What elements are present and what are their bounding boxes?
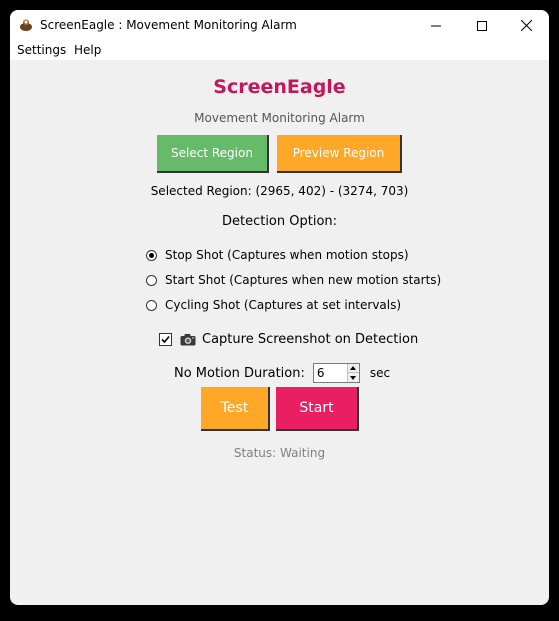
arrow-down-icon bbox=[350, 375, 357, 380]
radio-label: Stop Shot (Captures when motion stops) bbox=[165, 248, 409, 262]
window-title: ScreenEagle : Movement Monitoring Alarm bbox=[40, 18, 297, 32]
menu-bar: Settings Help bbox=[10, 41, 549, 60]
radio-start-shot[interactable]: Start Shot (Captures when new motion sta… bbox=[146, 271, 441, 289]
minimize-button[interactable] bbox=[413, 10, 459, 41]
capture-label: Capture Screenshot on Detection bbox=[202, 331, 419, 347]
detection-option-label: Detection Option: bbox=[221, 214, 338, 229]
capture-checkbox[interactable] bbox=[159, 332, 172, 346]
radio-button[interactable] bbox=[146, 274, 157, 286]
radio-stop-shot[interactable]: Stop Shot (Captures when motion stops) bbox=[146, 246, 409, 264]
radio-button[interactable] bbox=[146, 299, 157, 311]
duration-unit: sec bbox=[369, 366, 391, 380]
maximize-icon bbox=[477, 20, 487, 31]
checkmark-icon bbox=[161, 335, 170, 343]
maximize-button[interactable] bbox=[459, 10, 505, 41]
capture-screenshot-option[interactable]: Capture Screenshot on Detection bbox=[159, 330, 418, 348]
status-text: Status: Waiting bbox=[233, 446, 326, 460]
select-region-button[interactable]: Select Region bbox=[157, 135, 269, 173]
radio-label: Cycling Shot (Captures at set intervals) bbox=[165, 298, 402, 312]
radio-button-selected[interactable] bbox=[146, 249, 157, 261]
test-button[interactable]: Test bbox=[201, 387, 270, 431]
close-icon bbox=[520, 20, 532, 31]
menu-settings[interactable]: Settings bbox=[17, 43, 66, 57]
spin-up-button[interactable] bbox=[347, 364, 359, 373]
duration-label: No Motion Duration: bbox=[174, 365, 305, 381]
start-button[interactable]: Start bbox=[276, 387, 359, 431]
menu-help[interactable]: Help bbox=[74, 43, 101, 57]
duration-value[interactable]: 6 bbox=[317, 366, 325, 380]
app-window: ScreenEagle : Movement Monitoring Alarm … bbox=[10, 10, 549, 605]
main-content: ScreenEagle Movement Monitoring Alarm Se… bbox=[10, 60, 549, 605]
app-title: ScreenEagle bbox=[213, 76, 346, 98]
camera-icon bbox=[180, 333, 196, 345]
spinbox-arrows bbox=[346, 364, 359, 382]
no-motion-duration-row: No Motion Duration: 6 sec bbox=[174, 362, 390, 384]
close-button[interactable] bbox=[503, 10, 549, 41]
title-bar[interactable]: ScreenEagle : Movement Monitoring Alarm bbox=[10, 10, 549, 41]
spin-down-button[interactable] bbox=[348, 373, 359, 382]
radio-label: Start Shot (Captures when new motion sta… bbox=[165, 273, 442, 287]
selected-region-text: Selected Region: (2965, 402) - (3274, 70… bbox=[150, 184, 409, 198]
arrow-up-icon bbox=[350, 366, 357, 370]
app-subtitle: Movement Monitoring Alarm bbox=[194, 111, 365, 125]
radio-cycling-shot[interactable]: Cycling Shot (Captures at set intervals) bbox=[146, 296, 401, 314]
eagle-icon bbox=[20, 19, 32, 31]
minimize-icon bbox=[431, 25, 441, 26]
preview-region-button[interactable]: Preview Region bbox=[277, 135, 402, 173]
duration-spinbox[interactable]: 6 bbox=[312, 363, 360, 383]
